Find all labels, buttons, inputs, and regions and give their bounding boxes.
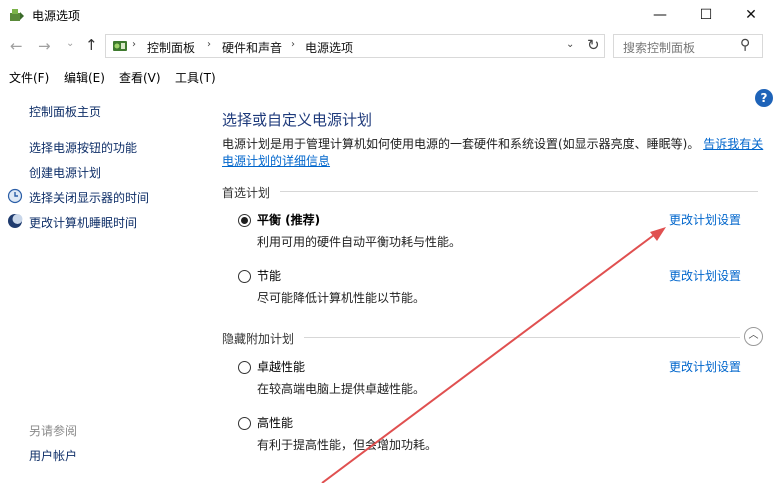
close-button[interactable]: ✕ — [728, 0, 774, 30]
plan-ultimate-performance-name[interactable]: 卓越性能 — [257, 358, 305, 375]
minimize-button[interactable]: — — [637, 0, 683, 30]
breadcrumb-control-panel[interactable]: 控制面板 — [147, 39, 195, 56]
menu-edit[interactable]: 编辑(E) — [64, 69, 105, 86]
menu-file[interactable]: 文件(F) — [9, 69, 49, 86]
breadcrumb-power-options[interactable]: 电源选项 — [305, 39, 353, 56]
page-title: 选择或自定义电源计划 — [222, 111, 373, 129]
sidebar-item-display-off-time[interactable]: 选择关闭显示器的时间 — [29, 189, 149, 206]
preferred-plans-heading: 首选计划 — [222, 186, 271, 200]
sidebar-item-power-buttons[interactable]: 选择电源按钮的功能 — [29, 139, 137, 156]
navigation-bar: ← → ⌄ ↑ › 控制面板 › 硬件和声音 › 电源选项 ⌄ ↻ 搜索控制面板… — [0, 31, 774, 61]
sidebar-item-create-plan[interactable]: 创建电源计划 — [29, 164, 101, 181]
breadcrumb-hardware-sound[interactable]: 硬件和声音 — [222, 39, 282, 56]
refresh-icon[interactable]: ↻ — [587, 36, 600, 54]
page-description: 电源计划是用于管理计算机如何使用电源的一套硬件和系统设置(如显示器亮度、睡眠等)… — [222, 136, 767, 170]
plan-power-saver-description: 尽可能降低计算机性能以节能。 — [257, 291, 426, 305]
address-bar[interactable]: › 控制面板 › 硬件和声音 › 电源选项 ⌄ ↻ — [105, 34, 605, 58]
forward-arrow-icon[interactable]: → — [38, 37, 51, 55]
plan-high-performance-description: 有利于提高性能，但会增加功耗。 — [257, 438, 438, 452]
sidebar-item-user-accounts[interactable]: 用户帐户 — [29, 447, 77, 464]
plan-power-saver-change-settings-link[interactable]: 更改计划设置 — [669, 267, 741, 284]
power-options-app-icon — [10, 9, 24, 21]
window-title: 电源选项 — [32, 9, 81, 23]
sleep-moon-icon — [8, 214, 23, 228]
sidebar-control-panel-home[interactable]: 控制面板主页 — [29, 103, 101, 120]
plan-ultimate-performance-change-settings-link[interactable]: 更改计划设置 — [669, 358, 741, 375]
plan-balanced-change-settings-link[interactable]: 更改计划设置 — [669, 211, 741, 228]
control-panel-icon — [113, 41, 127, 51]
display-timer-icon — [7, 188, 23, 204]
plan-ultimate-performance-description: 在较高端电脑上提供卓越性能。 — [257, 382, 426, 396]
breadcrumb-separator: › — [132, 39, 136, 50]
plan-balanced-description: 利用可用的硬件自动平衡功耗与性能。 — [257, 235, 462, 249]
breadcrumb-separator: › — [207, 39, 211, 50]
help-icon[interactable]: ? — [755, 89, 773, 107]
plan-high-performance-name[interactable]: 高性能 — [257, 414, 293, 431]
address-history-chevron-icon[interactable]: ⌄ — [566, 39, 574, 50]
menu-view[interactable]: 查看(V) — [119, 69, 161, 86]
plan-power-saver-name[interactable]: 节能 — [257, 267, 281, 284]
hidden-plans-heading[interactable]: 隐藏附加计划 — [222, 330, 294, 347]
section-divider — [280, 191, 758, 192]
plan-high-performance-radio[interactable] — [238, 417, 251, 430]
description-text: 电源计划是用于管理计算机如何使用电源的一套硬件和系统设置(如显示器亮度、睡眠等)… — [222, 137, 700, 151]
plan-power-saver-radio[interactable] — [238, 270, 251, 283]
menu-bar: 文件(F) 编辑(E) 查看(V) 工具(T) — [0, 66, 774, 88]
section-divider — [304, 337, 740, 338]
collapse-chevron-icon[interactable]: ︿ — [744, 327, 763, 346]
up-arrow-icon[interactable]: ↑ — [85, 36, 98, 54]
sidebar-item-sleep-time[interactable]: 更改计算机睡眠时间 — [29, 214, 137, 231]
plan-balanced-radio[interactable] — [238, 214, 251, 227]
title-bar: 电源选项 — ☐ ✕ — [0, 0, 774, 30]
power-options-window: 电源选项 — ☐ ✕ ← → ⌄ ↑ › 控制面板 › 硬件和声音 › 电源选项… — [0, 0, 774, 483]
search-icon[interactable]: ⚲ — [740, 37, 750, 53]
back-arrow-icon[interactable]: ← — [10, 37, 23, 55]
breadcrumb-separator: › — [291, 39, 295, 50]
recent-locations-chevron-icon[interactable]: ⌄ — [66, 38, 74, 49]
plan-balanced-name[interactable]: 平衡 (推荐) — [257, 211, 320, 228]
search-placeholder: 搜索控制面板 — [623, 41, 696, 55]
maximize-button[interactable]: ☐ — [683, 0, 729, 30]
see-also-heading: 另请参阅 — [29, 424, 78, 438]
menu-tools[interactable]: 工具(T) — [175, 69, 216, 86]
plan-ultimate-performance-radio[interactable] — [238, 361, 251, 374]
search-input[interactable]: 搜索控制面板 ⚲ — [613, 34, 763, 58]
